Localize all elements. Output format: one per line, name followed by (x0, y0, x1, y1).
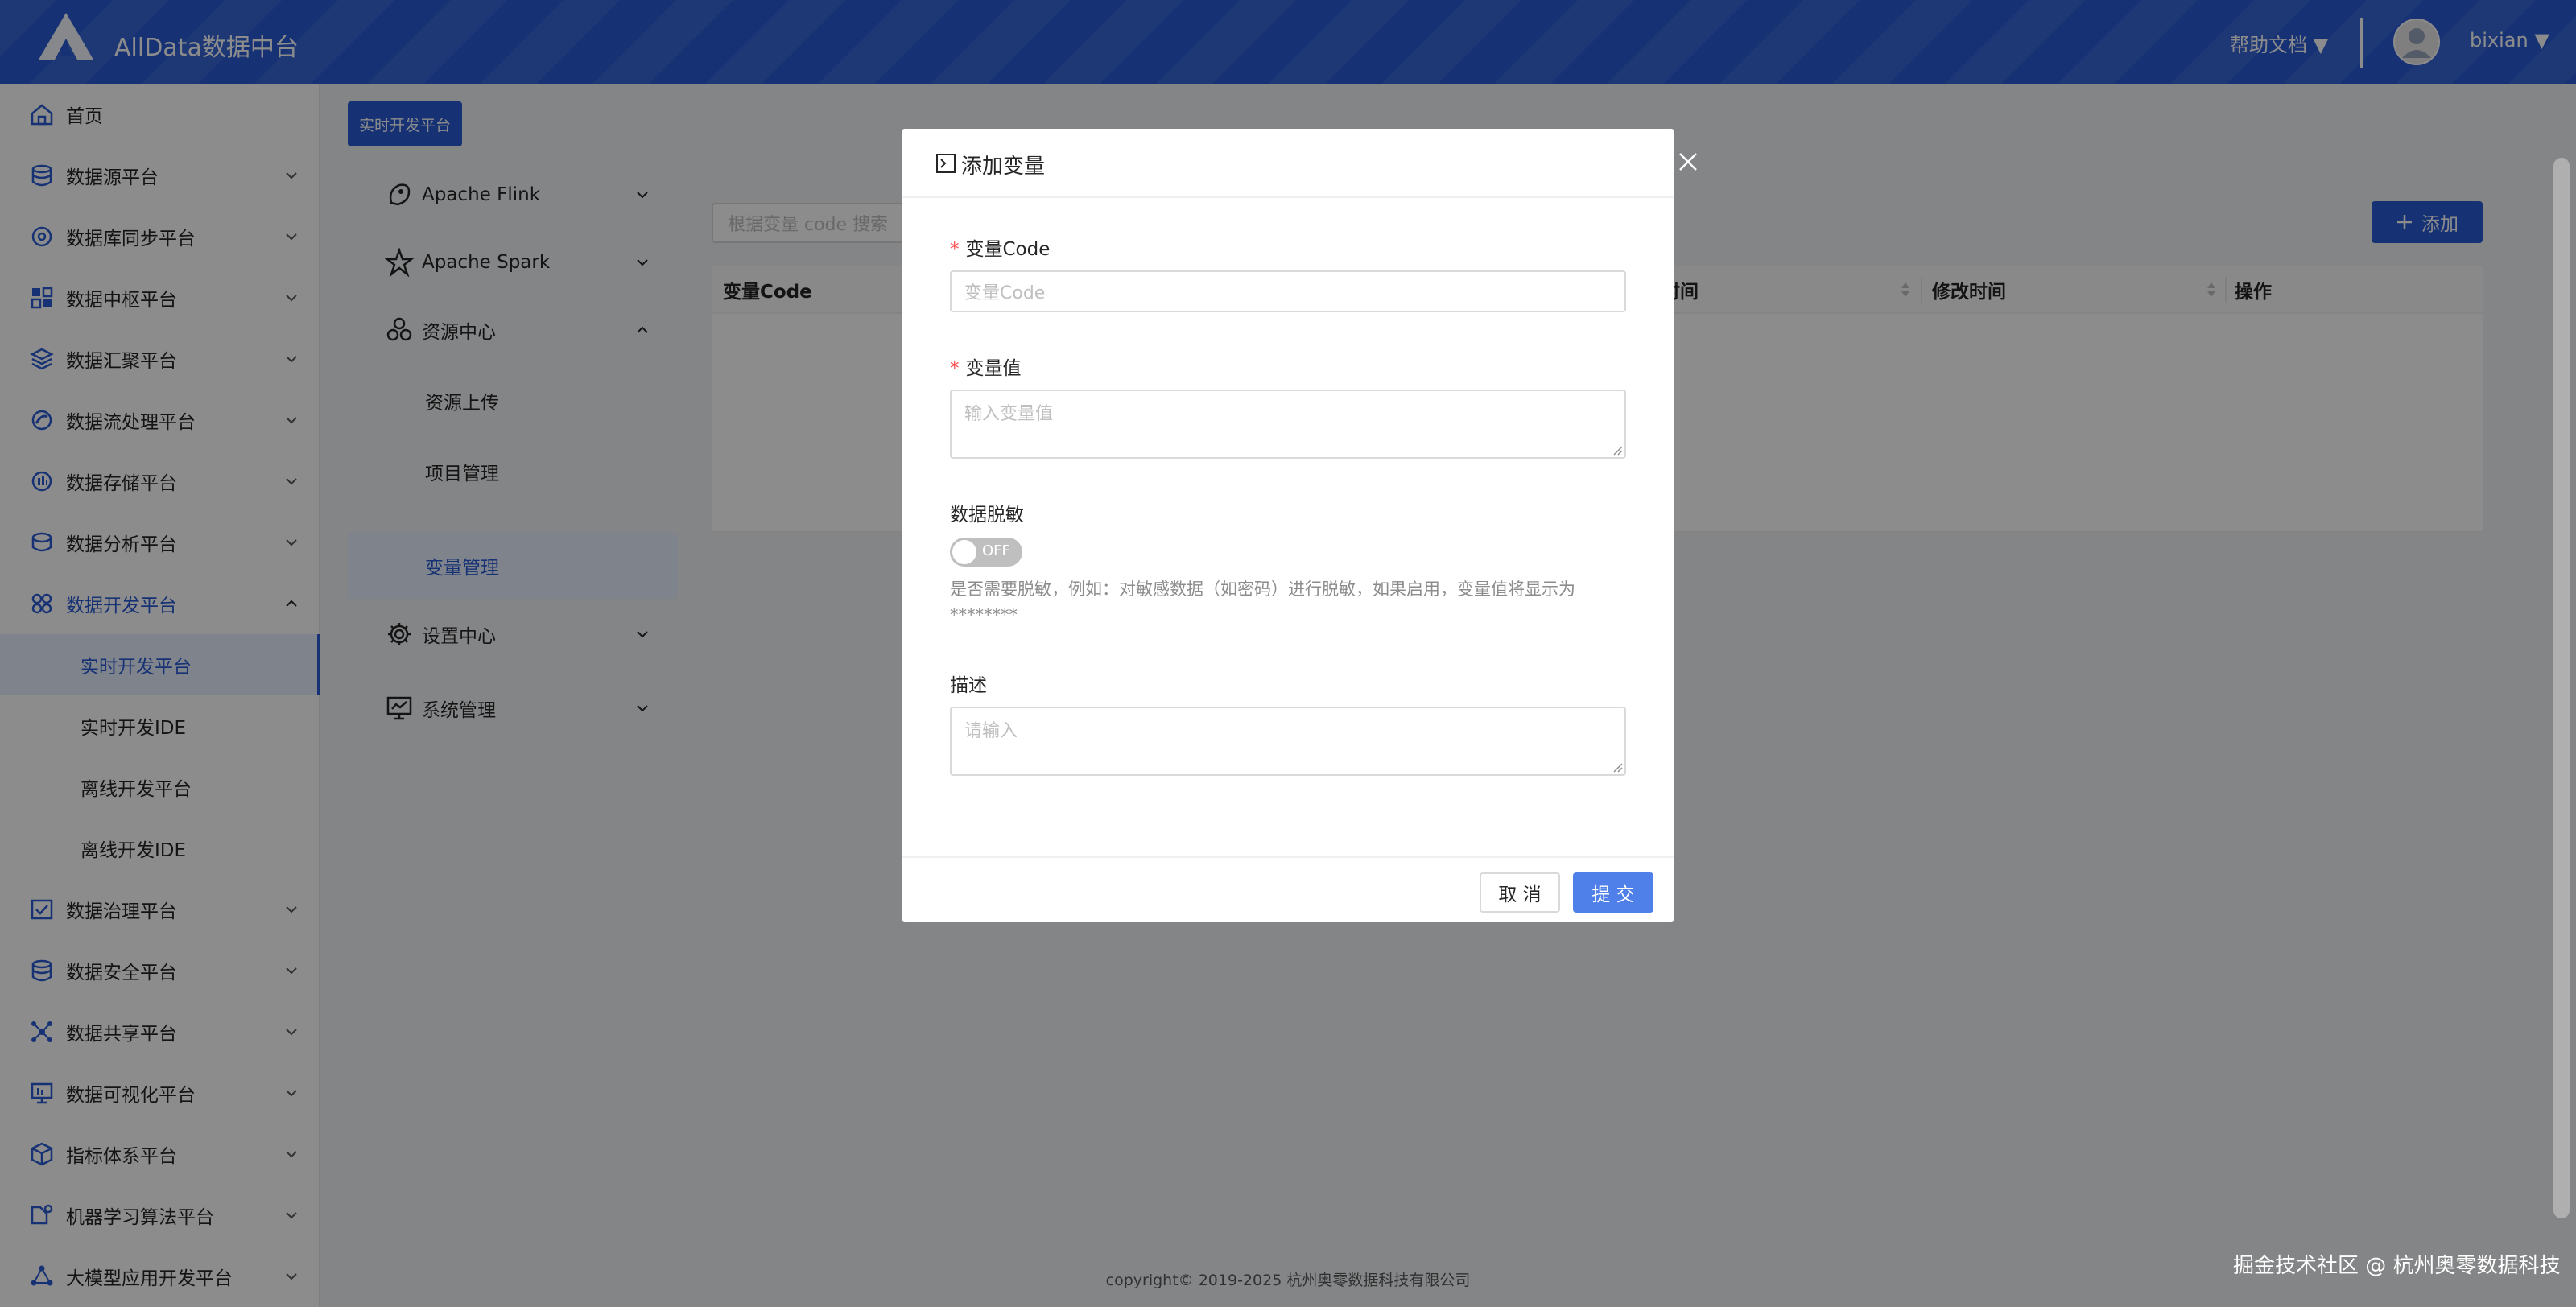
required-mark: * (950, 358, 960, 379)
variable-value-textarea[interactable]: 输入变量值 (950, 390, 1626, 459)
terminal-icon (936, 154, 956, 173)
variable-code-label-text: 变量Code (965, 239, 1051, 260)
dialog-footer: 取 消 提 交 (902, 856, 1674, 922)
data-masking-label: 数据脱敏 (950, 505, 1024, 526)
close-icon[interactable] (1678, 151, 1699, 172)
page-scrollbar[interactable] (2553, 158, 2570, 1218)
resize-handle-icon[interactable] (1612, 761, 1623, 773)
description-textarea[interactable]: 请输入 (950, 707, 1626, 776)
add-variable-dialog: 添加变量 * 变量Code 变量Code * 变量值 输入变量值 数据脱敏 OFF … (902, 129, 1674, 922)
dialog-title: 添加变量 (961, 155, 1046, 179)
description-placeholder: 请输入 (964, 721, 1018, 741)
data-masking-toggle[interactable]: OFF (950, 538, 1022, 567)
cancel-button[interactable]: 取 消 (1480, 872, 1560, 913)
resize-handle-icon[interactable] (1612, 444, 1623, 456)
required-mark: * (950, 239, 960, 260)
toggle-state-text: OFF (982, 542, 1010, 559)
variable-code-label: * 变量Code (950, 233, 1050, 261)
data-masking-hint: 是否需要脱敏，例如：对敏感数据（如密码）进行脱敏，如果启用，变量值将显示为***… (950, 579, 1575, 625)
variable-value-label-text: 变量值 (965, 358, 1022, 379)
toggle-knob (952, 540, 976, 564)
description-label: 描述 (950, 675, 987, 696)
watermark: 掘金技术社区 @ 杭州奥零数据科技 (2233, 1254, 2561, 1278)
variable-code-input[interactable]: 变量Code (950, 270, 1626, 312)
dialog-header: 添加变量 (902, 129, 1674, 198)
submit-button[interactable]: 提 交 (1573, 872, 1653, 913)
variable-value-placeholder: 输入变量值 (964, 404, 1054, 424)
variable-value-label: * 变量值 (950, 353, 1022, 380)
